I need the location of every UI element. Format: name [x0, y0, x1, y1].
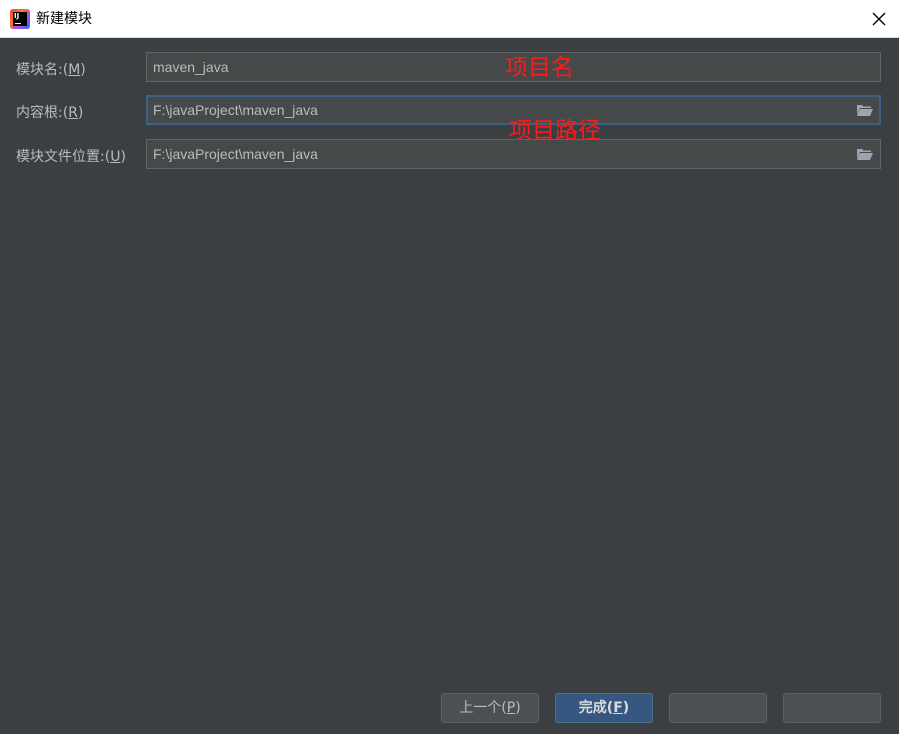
close-icon [872, 12, 886, 26]
module-file-location-label: 模块文件位置:(U) [16, 149, 126, 165]
help-button[interactable] [783, 693, 881, 723]
title-bar: IJ 新建模块 [0, 0, 899, 38]
module-name-label: 模块名:(M) [16, 62, 86, 78]
cancel-button[interactable] [669, 693, 767, 723]
folder-icon[interactable] [856, 147, 874, 161]
window-title: 新建模块 [36, 11, 92, 27]
intellij-idea-icon: IJ [10, 9, 30, 29]
content-root-label: 内容根:(R) [16, 105, 84, 121]
annotation-project-path: 项目路径 [509, 118, 601, 144]
previous-button[interactable]: 上一个(P) [441, 693, 539, 723]
annotation-project-name: 项目名 [505, 55, 574, 81]
finish-button[interactable]: 完成(F) [555, 693, 653, 723]
close-button[interactable] [865, 5, 893, 33]
folder-icon[interactable] [856, 103, 874, 117]
